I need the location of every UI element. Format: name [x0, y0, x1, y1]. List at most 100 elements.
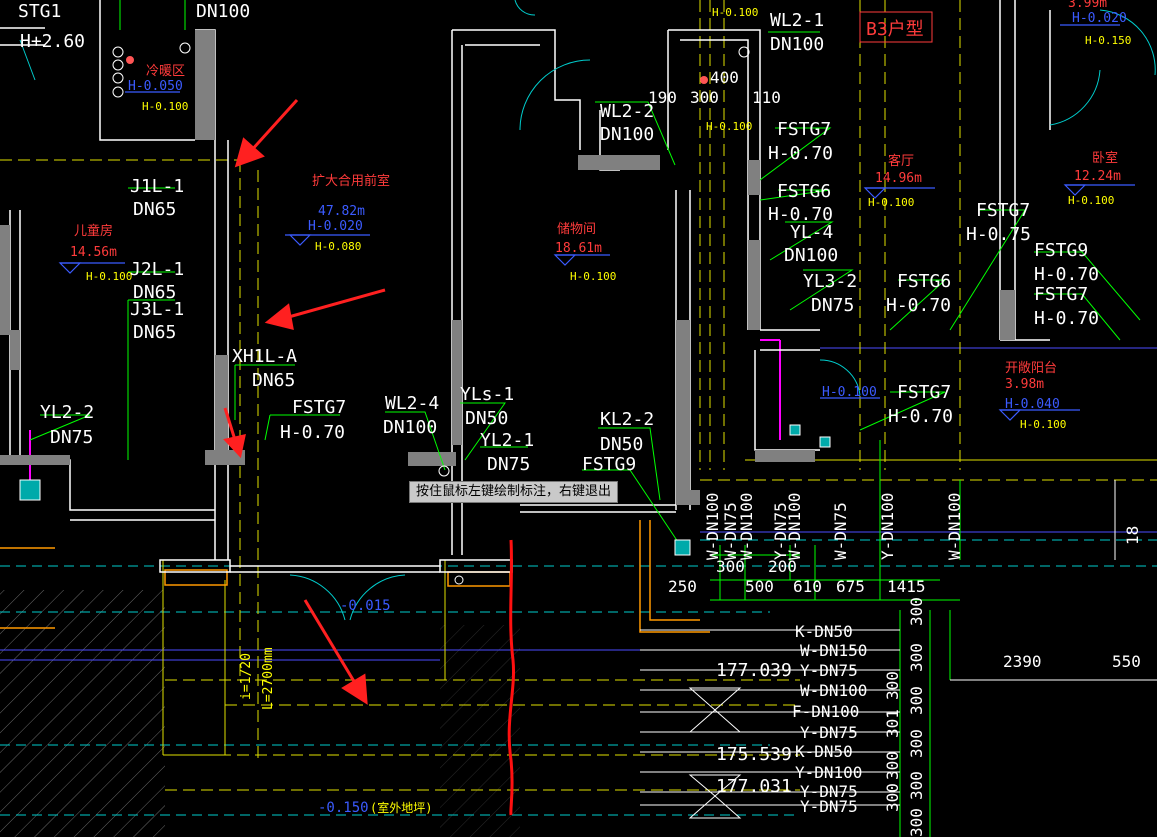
v-w-dn75-2: W-DN75 [831, 502, 850, 560]
label-h-0-100-h: H-0.100 [1020, 418, 1066, 431]
col-300-2: 300 [907, 643, 926, 672]
label-h-0-70-a: H-0.70 [280, 422, 345, 443]
label-fstg7-b: FSTG7 [777, 119, 831, 140]
label-h-0-080: H-0.080 [315, 240, 361, 253]
col-300-3: 300 [883, 671, 902, 700]
pipe-lines-blue [0, 347, 1157, 661]
label-h-0-70-g: H-0.70 [888, 406, 953, 427]
col-300-5: 300 [907, 729, 926, 758]
label-wl2-1: WL2-1 [770, 10, 824, 31]
elevation-3: 177.031 [716, 776, 792, 797]
label-yl-4: YL-4 [790, 222, 833, 243]
label-fstg7-e: FSTG7 [897, 382, 951, 403]
slope-length: L=2700mm [261, 647, 276, 710]
cad-viewport[interactable]: STG1 H+2.60 DN100 冷暖区 H-0.050 H-0.100 J1… [0, 0, 1157, 837]
dim-2390: 2390 [1003, 652, 1042, 671]
label-h-0-050: H-0.050 [128, 79, 183, 94]
dim-190: 190 [648, 88, 677, 107]
label-dn75-a: DN75 [50, 427, 93, 448]
dim-110: 110 [752, 88, 781, 107]
v-y-dn100: Y-DN100 [878, 493, 897, 560]
elevation-1: 177.039 [716, 660, 792, 681]
label-dn100-d: DN100 [784, 245, 838, 266]
col-300-1: 300 [907, 597, 926, 626]
label-j1l-1: J1L-1 [130, 176, 184, 197]
label-h-0-020-a: H-0.020 [308, 219, 363, 234]
col-300-4: 300 [907, 686, 926, 715]
drawing-canvas[interactable]: STG1 H+2.60 DN100 冷暖区 H-0.050 H-0.100 J1… [0, 0, 1157, 837]
dim-1415: 1415 [887, 577, 926, 596]
label-dn100-b: DN100 [600, 124, 654, 145]
label-dn100-a: DN100 [383, 417, 437, 438]
label-yl2-2: YL2-2 [40, 402, 94, 423]
col-300-6: 300 [883, 751, 902, 780]
pipe-y-dn100: Y-DN100 [795, 763, 862, 782]
label-fstg6-a: FSTG6 [777, 181, 831, 202]
pipe-f-dn100: F-DN100 [792, 702, 859, 721]
dim-300: 300 [690, 88, 719, 107]
room-living: 客厅 [888, 153, 914, 169]
label-h-0-100-e: H-0.100 [868, 196, 914, 209]
v-w-dn100-1: W-DN100 [703, 493, 722, 560]
label-dn50-a: DN50 [465, 408, 508, 429]
pipe-k-dn50-1: K-DN50 [795, 622, 853, 641]
label-dn100-top: DN100 [196, 1, 250, 22]
area-balcony: 3.98m [1005, 377, 1044, 392]
label-fstg9-b: FSTG9 [1034, 240, 1088, 261]
label-stg1: STG1 [18, 1, 61, 22]
label-fstg7-c: FSTG7 [976, 200, 1030, 221]
command-tooltip: 按住鼠标左键绘制标注，右键退出 [409, 481, 619, 503]
label-h-2-60: H+2.60 [20, 31, 85, 52]
pipe-y-dn75-4: Y-DN75 [800, 797, 858, 816]
label-h-0-70-f: H-0.70 [1034, 308, 1099, 329]
area-storage: 18.61m [555, 241, 602, 256]
elevation-2: 175.539 [716, 744, 792, 765]
label-top-val: 3.99m [1068, 0, 1107, 11]
pipe-y-dn75-2: Y-DN75 [800, 723, 858, 742]
label-h-0-100-g: H-0.100 [822, 385, 877, 400]
label-dn50-b: DN50 [600, 434, 643, 455]
label-fstg7-d: FSTG7 [1034, 284, 1088, 305]
room-bedroom: 卧室 [1092, 150, 1118, 166]
label-fstg9-a: FSTG9 [582, 454, 636, 475]
v-w-dn100-3: W-DN100 [785, 493, 804, 560]
v-w-dn100-2: W-DN100 [737, 493, 756, 560]
outdoor-label: (室外地坪) [370, 800, 432, 815]
label-j3l-1: J3L-1 [130, 299, 184, 320]
label-dn100-c: DN100 [770, 34, 824, 55]
label-j2l-1: J2L-1 [130, 259, 184, 280]
label-h-0-150-a: H-0.150 [1085, 34, 1131, 47]
pipe-y-dn75-1: Y-DN75 [800, 661, 858, 680]
label-h-0-75: H-0.75 [966, 224, 1031, 245]
label-h-0-100-b: H-0.100 [86, 270, 132, 283]
hatch-area-left [0, 590, 165, 837]
dim-610: 610 [793, 577, 822, 596]
col-300-7: 300 [907, 771, 926, 800]
label-h-0-70-e: H-0.70 [1034, 264, 1099, 285]
room-child: 儿童房 [74, 223, 113, 239]
label-h-0-040: H-0.040 [1005, 397, 1060, 412]
dim-675: 675 [836, 577, 865, 596]
label-fstg7-a: FSTG7 [292, 397, 346, 418]
label-dn65-a: DN65 [133, 199, 176, 220]
col-300-9: 300 [907, 808, 926, 837]
dim-400: 400 [710, 68, 739, 87]
area-living: 14.96m [875, 171, 922, 186]
label-fstg6-b: FSTG6 [897, 271, 951, 292]
room-storage: 储物间 [557, 222, 596, 237]
label-dn65-c: DN65 [133, 322, 176, 343]
label-dn75-b: DN75 [487, 454, 530, 475]
room-label-small: 冷暖区 [146, 64, 185, 79]
pipe-lines-cyan [0, 539, 1157, 816]
slope-ratio: i=1/20 [239, 653, 254, 700]
label-h-0-020-b: H-0.020 [1072, 11, 1127, 26]
label-xh1l-a: XH1L-A [232, 346, 297, 367]
pipe-w-dn150: W-DN150 [800, 641, 867, 660]
v-w-dn100-4: W-DN100 [945, 493, 964, 560]
dim-550: 550 [1112, 652, 1141, 671]
area-fire: 47.82m [318, 204, 365, 219]
label-h-0-100-d: H-0.100 [706, 120, 752, 133]
label-yl2-1: YL2-1 [480, 430, 534, 451]
label-h-0-70-d: H-0.70 [886, 295, 951, 316]
room-balcony: 开敞阳台 [1005, 360, 1057, 376]
